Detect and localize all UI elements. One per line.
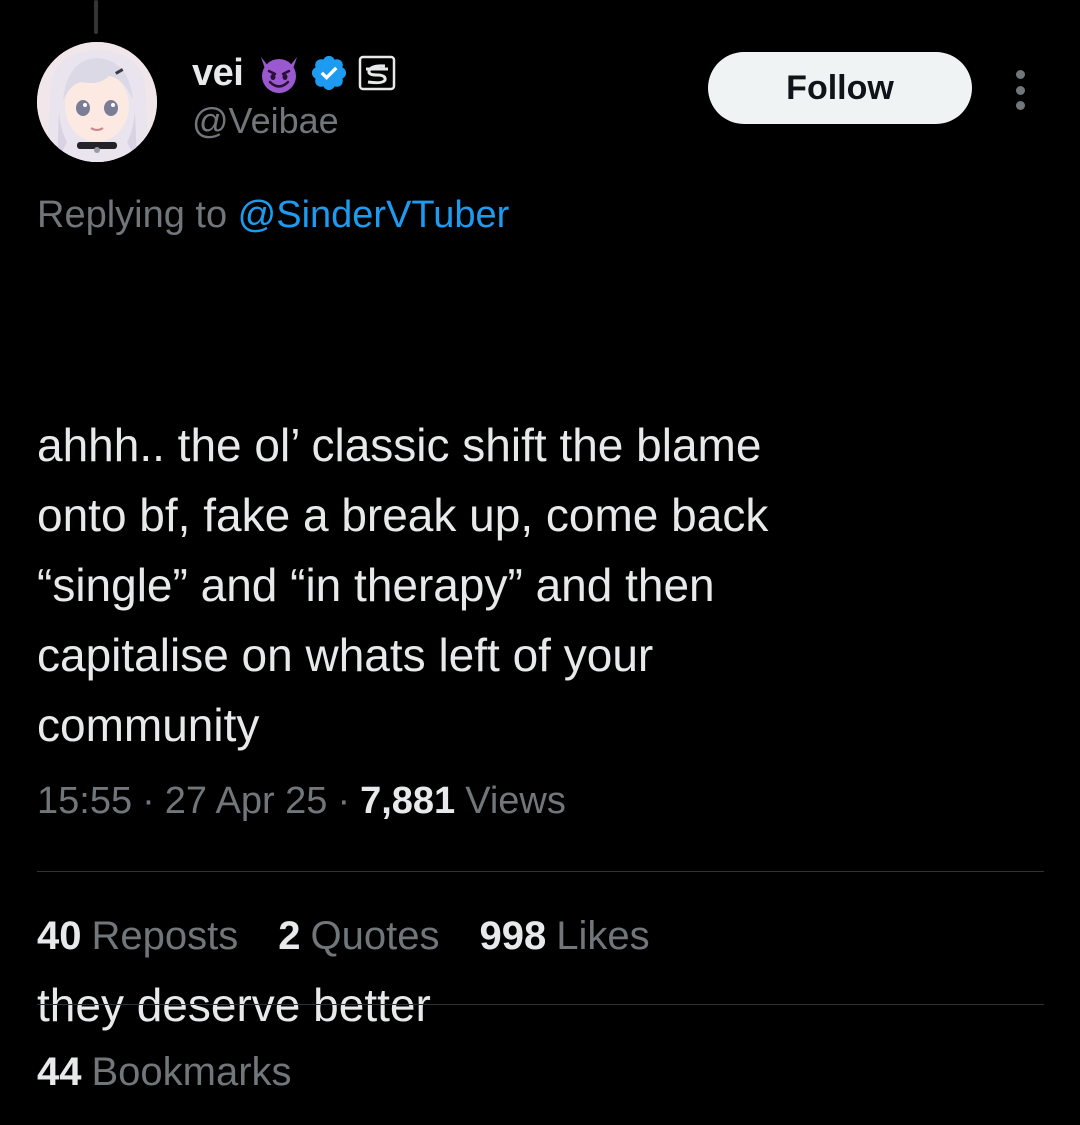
tweet-date[interactable]: 27 Apr 25 xyxy=(165,780,328,823)
quotes-label: Quotes xyxy=(310,914,440,958)
smiling-devil-emoji-icon xyxy=(261,57,298,93)
bookmarks-stat-link[interactable]: 44 Bookmarks xyxy=(37,1050,292,1095)
tweet-time[interactable]: 15:55 xyxy=(37,780,132,823)
avatar[interactable] xyxy=(37,42,157,162)
quotes-count: 2 xyxy=(278,914,301,958)
reposts-stat-link[interactable]: 40 Reposts xyxy=(37,914,238,959)
views-count: 7,881 xyxy=(360,780,456,822)
reply-context-prefix: Replying to xyxy=(37,194,238,236)
author-handle[interactable]: @Veibae xyxy=(192,100,397,142)
author-display-name[interactable]: vei xyxy=(192,52,244,95)
quotes-stat-link[interactable]: 2 Quotes xyxy=(278,914,439,959)
meta-separator: · xyxy=(337,780,351,822)
author-name-row: vei xyxy=(192,48,397,98)
meta-separator: · xyxy=(142,780,155,822)
reply-mention-link[interactable]: @SinderVTuber xyxy=(238,194,510,236)
follow-button[interactable]: Follow xyxy=(708,52,972,124)
likes-count: 998 xyxy=(479,914,547,958)
more-options-vertical-icon xyxy=(1015,101,1025,110)
author-info: vei @Veibae xyxy=(192,48,397,142)
bookmarks-label: Bookmarks xyxy=(91,1050,292,1094)
likes-stat-link[interactable]: 998 Likes xyxy=(479,914,649,959)
verified-badge-icon[interactable] xyxy=(309,53,349,93)
divider xyxy=(37,871,1044,872)
more-options-vertical-icon xyxy=(1015,70,1025,79)
tweet-paragraph: they deserve better xyxy=(37,979,431,1031)
reply-context: Replying to @SinderVTuber xyxy=(37,194,509,237)
more-options-vertical-icon xyxy=(1015,85,1025,95)
anime-avatar-icon xyxy=(37,42,157,162)
bookmarks-count: 44 xyxy=(37,1050,82,1094)
reposts-count: 40 xyxy=(37,914,82,958)
tweet-meta: 15:55 · 27 Apr 25 · 7,881 Views xyxy=(37,780,566,823)
reposts-label: Reposts xyxy=(91,914,239,958)
engagement-stats: 40 Reposts 2 Quotes 998 Likes xyxy=(37,914,690,959)
more-options-button[interactable] xyxy=(1002,62,1038,118)
tweet-text: ahhh.. the ol’ classic shift the blame o… xyxy=(37,270,1037,1110)
likes-label: Likes xyxy=(556,914,650,958)
tweet-paragraph: ahhh.. the ol’ classic shift the blame o… xyxy=(37,419,769,751)
views-label: Views xyxy=(465,780,566,822)
thread-connector-line xyxy=(94,0,98,34)
divider xyxy=(37,1004,1044,1005)
affiliate-badge-icon[interactable] xyxy=(357,53,397,93)
